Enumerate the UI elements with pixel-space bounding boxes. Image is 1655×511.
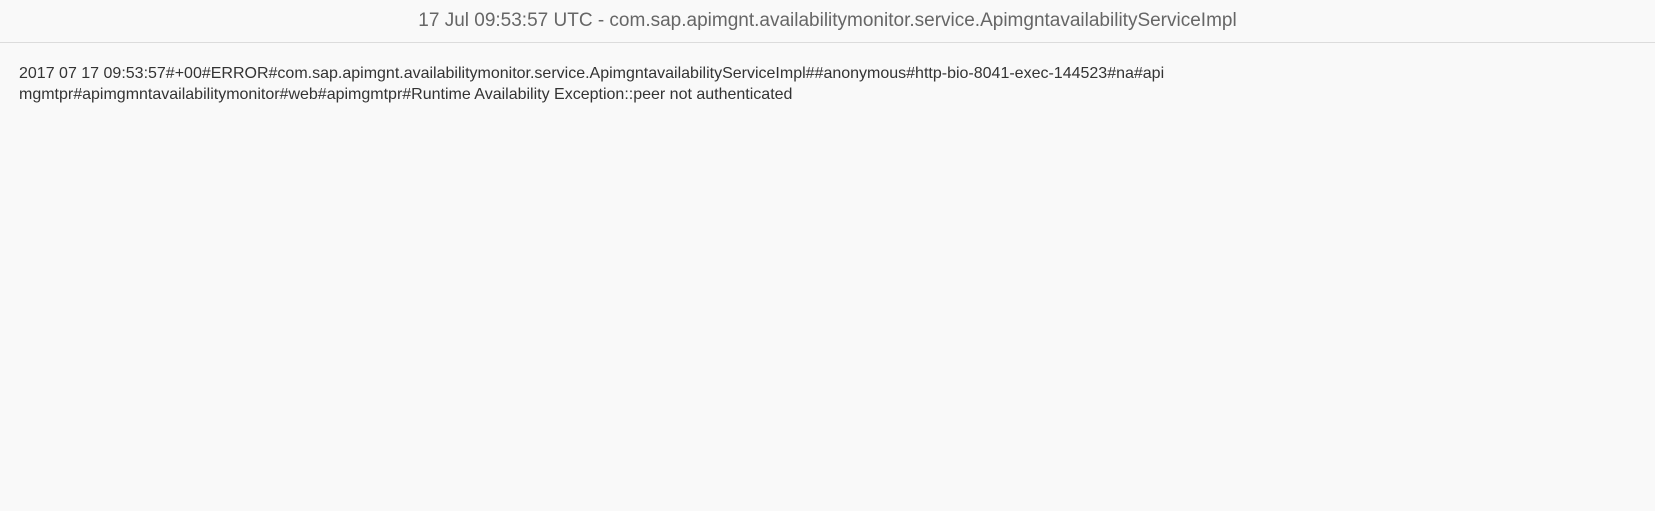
- log-detail-title: 17 Jul 09:53:57 UTC - com.sap.apimgnt.av…: [418, 10, 1237, 31]
- log-entry-text: 2017 07 17 09:53:57#+00#ERROR#com.sap.ap…: [19, 65, 1165, 103]
- log-detail-page: 17 Jul 09:53:57 UTC - com.sap.apimgnt.av…: [0, 0, 1655, 511]
- log-detail-header: 17 Jul 09:53:57 UTC - com.sap.apimgnt.av…: [0, 0, 1655, 43]
- log-detail-content: 2017 07 17 09:53:57#+00#ERROR#com.sap.ap…: [0, 43, 1655, 105]
